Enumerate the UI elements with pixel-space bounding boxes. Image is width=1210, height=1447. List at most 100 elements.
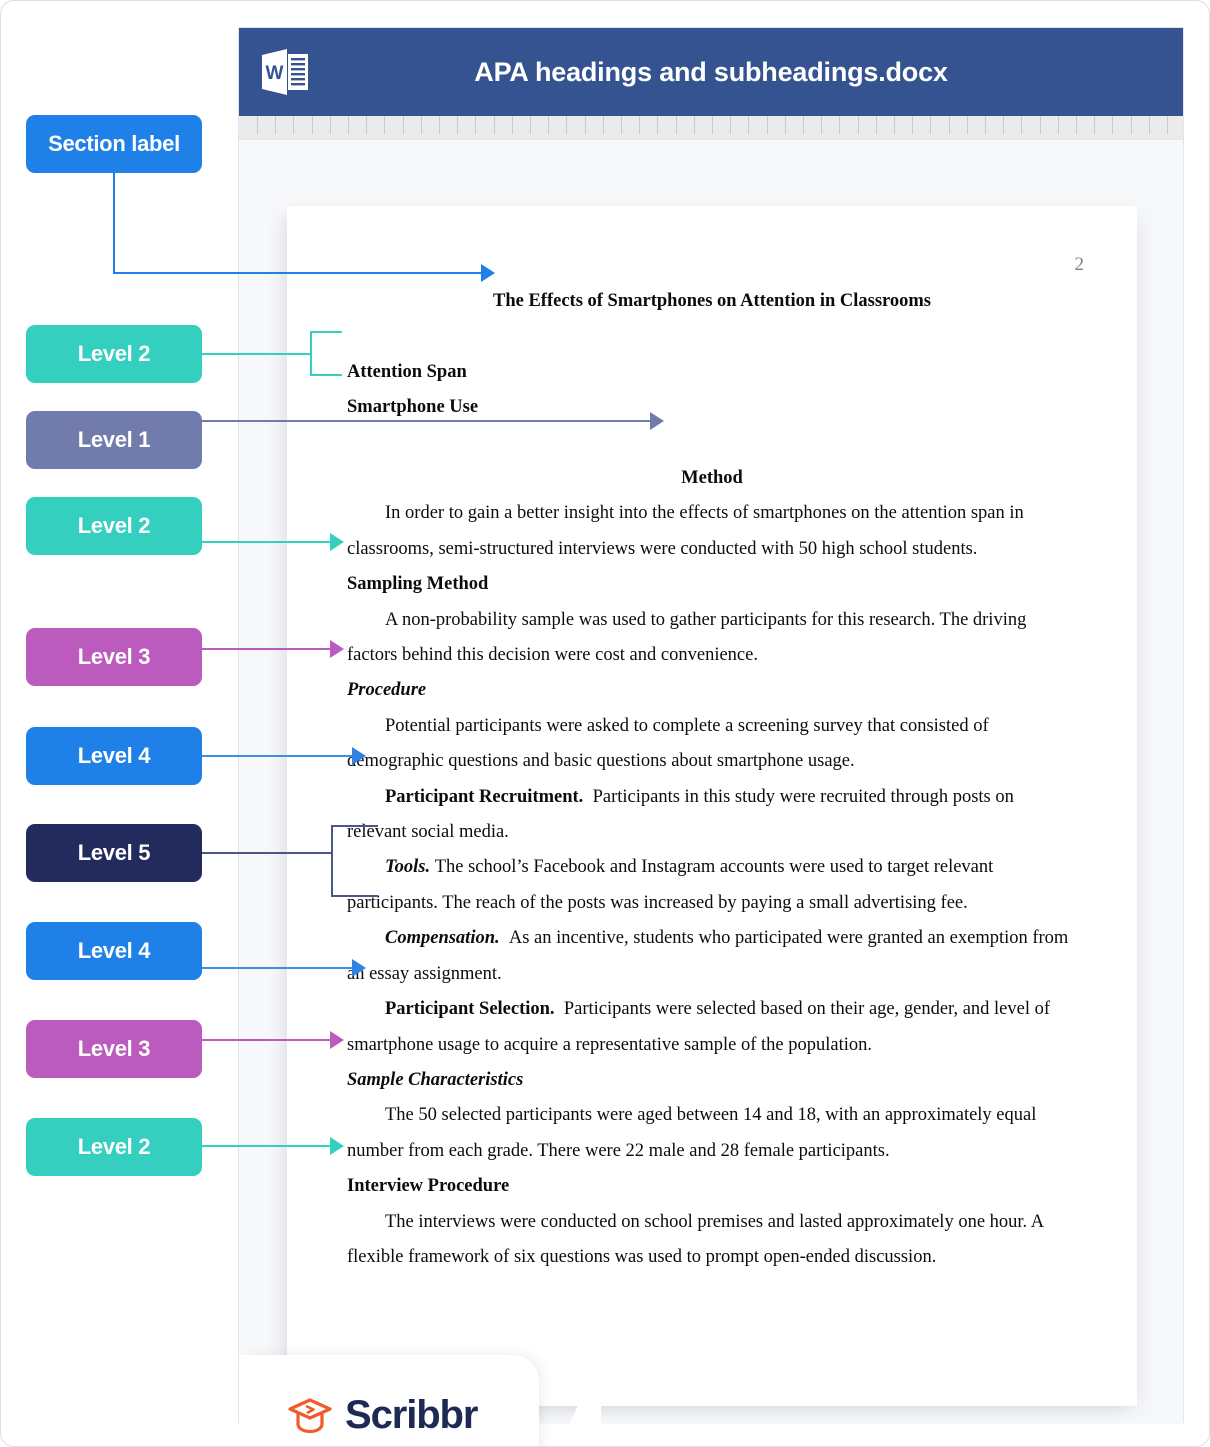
ruler-tick	[330, 116, 331, 134]
ruler-tick	[494, 116, 495, 134]
doc-heading-sampling-method: Sampling Method	[347, 567, 1077, 602]
badge-level-3-b[interactable]: Level 3	[26, 1020, 202, 1078]
screenshot-canvas: W APA headings and subheadings.docx 2 Th…	[0, 0, 1210, 1447]
ruler-tick	[676, 116, 677, 134]
ruler-tick	[930, 116, 931, 134]
ruler-tick	[821, 116, 822, 134]
page-number: 2	[1075, 254, 1085, 276]
scribbr-wordmark: Scribbr	[345, 1393, 477, 1438]
ruler-tick	[585, 116, 586, 134]
badge-level-1[interactable]: Level 1	[26, 411, 202, 469]
doc-runin-label-participant-selection: Participant Selection.	[385, 999, 555, 1019]
window-title-bar: W APA headings and subheadings.docx	[239, 28, 1183, 116]
ruler-tick	[603, 116, 604, 134]
ruler-tick	[858, 116, 859, 134]
ruler-tick	[1149, 116, 1150, 134]
ruler-tick	[348, 116, 349, 134]
ruler-tick	[1131, 116, 1132, 134]
doc-para-sampling: A non-probability sample was used to gat…	[347, 603, 1077, 674]
doc-heading-method: Method	[347, 461, 1077, 496]
badge-level-2-c[interactable]: Level 2	[26, 1118, 202, 1176]
connector-level-2a-arm-bottom	[310, 374, 342, 376]
connector-section-label-horizontal	[113, 272, 483, 274]
ruler-tick	[439, 116, 440, 134]
badge-level-3-a[interactable]: Level 3	[26, 628, 202, 686]
document-ruler[interactable]	[239, 116, 1183, 140]
ruler-tick	[548, 116, 549, 134]
document-body[interactable]: The Effects of Smartphones on Attention …	[347, 284, 1077, 1275]
ruler-tick	[694, 116, 695, 134]
ruler-tick	[985, 116, 986, 134]
doc-runin-label-compensation: Compensation.	[385, 928, 500, 948]
ruler-tick	[748, 116, 749, 134]
doc-runin-label-tools: Tools.	[385, 857, 430, 877]
connector-level-4a-arrow	[352, 747, 366, 765]
ruler-tick	[657, 116, 658, 134]
connector-level-2c-line	[202, 1145, 332, 1147]
ruler-tick	[1094, 116, 1095, 134]
doc-para-sample-characteristics: The 50 selected participants were aged b…	[347, 1098, 1077, 1169]
doc-runin-compensation: Compensation. As an incentive, students …	[347, 921, 1077, 992]
doc-runin-participant-selection: Participant Selection. Participants were…	[347, 992, 1077, 1063]
ruler-tick	[366, 116, 367, 134]
connector-section-label-arrow	[481, 264, 495, 282]
doc-heading-sample-characteristics: Sample Characteristics	[347, 1063, 1077, 1098]
badge-section-label[interactable]: Section label	[26, 115, 202, 173]
connector-level-4b-line	[202, 967, 354, 969]
connector-level-5-bracket	[331, 825, 333, 897]
badge-level-2-b[interactable]: Level 2	[26, 497, 202, 555]
badge-level-5[interactable]: Level 5	[26, 824, 202, 882]
connector-level-1-arrow	[650, 412, 664, 430]
connector-level-3a-arrow	[330, 640, 344, 658]
document-page: 2 The Effects of Smartphones on Attentio…	[287, 206, 1137, 1406]
word-document-window: W APA headings and subheadings.docx 2 Th…	[238, 27, 1184, 1423]
ruler-tick	[1076, 116, 1077, 134]
ruler-tick	[403, 116, 404, 134]
connector-level-3a-line	[202, 648, 332, 650]
ruler-tick	[312, 116, 313, 134]
ruler-tick	[712, 116, 713, 134]
connector-level-3b-arrow	[330, 1031, 344, 1049]
connector-level-2a-stem	[202, 353, 311, 355]
ruler-tick	[1021, 116, 1022, 134]
connector-level-1-line	[202, 420, 652, 422]
badge-level-4-b[interactable]: Level 4	[26, 922, 202, 980]
ruler-tick	[275, 116, 276, 134]
window-title: APA headings and subheadings.docx	[239, 57, 1183, 88]
ruler-tick	[512, 116, 513, 134]
ruler-tick	[457, 116, 458, 134]
doc-heading-procedure: Procedure	[347, 673, 1077, 708]
svg-text:W: W	[266, 63, 284, 84]
connector-level-5-arm-top	[331, 825, 378, 827]
connector-level-2a-bracket	[310, 331, 312, 376]
ruler-tick	[876, 116, 877, 134]
ruler-tick	[1167, 116, 1168, 134]
ruler-tick	[1058, 116, 1059, 134]
word-document-icon: W	[260, 46, 310, 98]
doc-runin-tools: Tools. The school’s Facebook and Instagr…	[347, 850, 1077, 921]
badge-level-2-a[interactable]: Level 2	[26, 325, 202, 383]
ruler-tick	[421, 116, 422, 134]
connector-level-2c-arrow	[330, 1137, 344, 1155]
connector-level-5-arm-bottom	[331, 895, 378, 897]
connector-level-4a-line	[202, 755, 354, 757]
doc-para-tools: The school’s Facebook and Instagram acco…	[347, 857, 993, 912]
ruler-tick	[730, 116, 731, 134]
ruler-tick	[475, 116, 476, 134]
ruler-tick	[257, 116, 258, 134]
ruler-tick	[767, 116, 768, 134]
ruler-tick	[1040, 116, 1041, 134]
ruler-tick	[894, 116, 895, 134]
ruler-tick	[566, 116, 567, 134]
badge-level-4-a[interactable]: Level 4	[26, 727, 202, 785]
ruler-tick	[785, 116, 786, 134]
scribbr-logo-card: Scribbr	[239, 1355, 539, 1447]
ruler-tick	[293, 116, 294, 134]
doc-para-interview-procedure: The interviews were conducted on school …	[347, 1205, 1077, 1276]
ruler-tick	[912, 116, 913, 134]
ruler-tick	[530, 116, 531, 134]
connector-level-2b-line	[202, 541, 332, 543]
doc-section-label: The Effects of Smartphones on Attention …	[347, 284, 1077, 319]
connector-level-5-stem	[202, 852, 333, 854]
ruler-tick	[949, 116, 950, 134]
